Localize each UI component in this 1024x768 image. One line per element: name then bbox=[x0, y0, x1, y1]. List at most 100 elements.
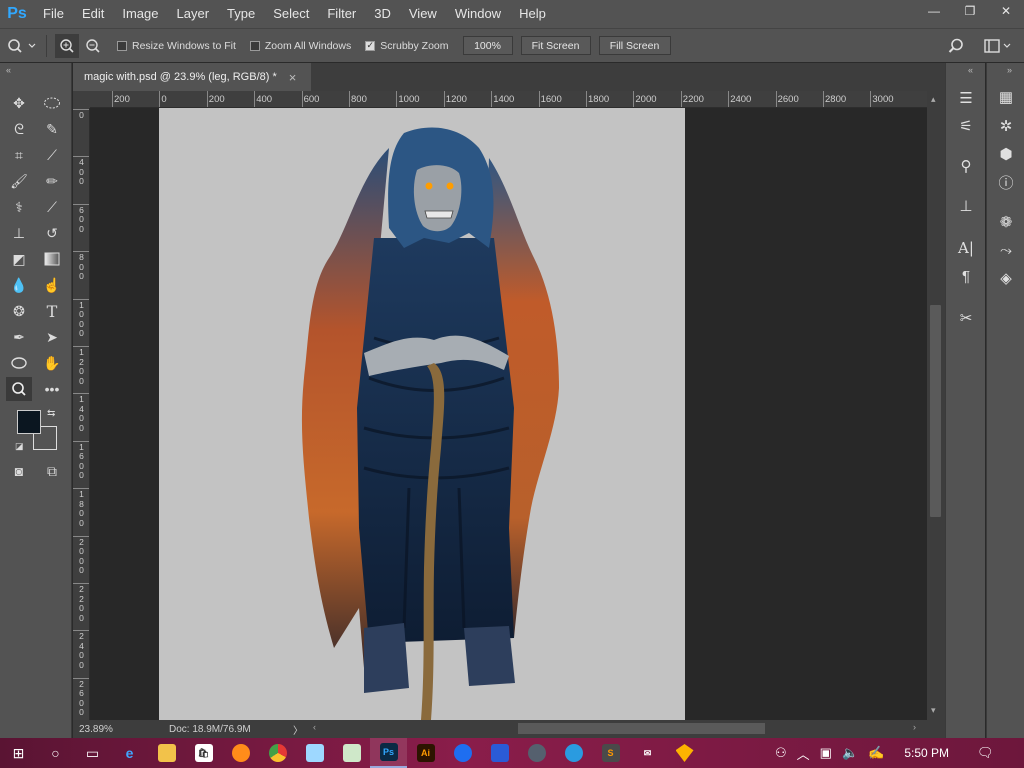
minimize-button[interactable]: — bbox=[916, 0, 952, 22]
vertical-scroll-thumb[interactable] bbox=[930, 305, 941, 517]
restore-button[interactable]: ❐ bbox=[952, 0, 988, 22]
status-menu-arrow-icon[interactable]: 〉 bbox=[293, 722, 303, 737]
firefox-icon[interactable] bbox=[222, 738, 259, 768]
clone-source-button[interactable]: ⊥ bbox=[950, 193, 982, 219]
zoom-out-button[interactable] bbox=[81, 34, 105, 58]
zoom-in-button[interactable] bbox=[55, 33, 79, 58]
libraries-panel-button[interactable]: ⬢ bbox=[990, 141, 1022, 167]
brushes-panel-button[interactable]: ⚲ bbox=[950, 153, 982, 179]
zoom-tool[interactable] bbox=[6, 377, 32, 401]
quick-mask-button[interactable]: ◙ bbox=[6, 459, 32, 483]
ellipse-tool[interactable] bbox=[6, 351, 32, 375]
menu-help[interactable]: Help bbox=[510, 0, 555, 28]
notepad-icon[interactable] bbox=[296, 738, 333, 768]
quick-selection-tool[interactable]: ✎ bbox=[39, 117, 65, 141]
path-selection-tool[interactable]: ➤ bbox=[39, 325, 65, 349]
expand-panels-icon[interactable]: « bbox=[968, 65, 973, 75]
resize-windows-checkbox[interactable]: Resize Windows to Fit bbox=[117, 40, 236, 52]
history-brush-tool[interactable]: ↺ bbox=[39, 221, 65, 245]
healing-brush-tool[interactable]: ⚕ bbox=[6, 195, 32, 219]
edge-icon[interactable]: e bbox=[111, 738, 148, 768]
vertical-scrollbar[interactable]: ▴ ▾ bbox=[927, 91, 945, 720]
menu-image[interactable]: Image bbox=[113, 0, 167, 28]
vertical-ruler[interactable]: 0 4 0 0 6 0 0 8 0 0 1 0 0 0 1 2 0 0 1 4 0 0 1 6… bbox=[73, 108, 90, 720]
chrome-icon[interactable] bbox=[259, 738, 296, 768]
menu-layer[interactable]: Layer bbox=[168, 0, 219, 28]
horizontal-ruler[interactable]: 200 0 200 400 600 800 1000 1200 1400 1600 1800 2000… bbox=[90, 91, 927, 108]
fit-screen-button[interactable]: Fit Screen bbox=[520, 36, 591, 55]
firefox-dev-icon[interactable] bbox=[444, 738, 481, 768]
scroll-down-icon[interactable]: ▾ bbox=[931, 705, 936, 716]
zoom-percent-field[interactable]: 100% bbox=[462, 36, 513, 55]
scroll-up-icon[interactable]: ▴ bbox=[931, 94, 936, 105]
eyedropper-tool[interactable]: ⟋ bbox=[39, 143, 65, 167]
navigator-panel-button[interactable]: ✲ bbox=[990, 113, 1022, 139]
scroll-right-icon[interactable]: › bbox=[913, 722, 916, 732]
zoom-tool-preset[interactable] bbox=[0, 31, 44, 61]
globe-icon[interactable] bbox=[555, 738, 592, 768]
workspace-switcher[interactable] bbox=[982, 36, 1014, 56]
hand-tool[interactable]: ✋ bbox=[39, 351, 65, 375]
brush-tool[interactable]: 🖌 bbox=[6, 169, 32, 193]
document-tab[interactable]: magic with.psd @ 23.9% (leg, RGB/8) * × bbox=[73, 63, 311, 91]
crop-tool[interactable]: ⌗ bbox=[6, 143, 32, 167]
network-icon[interactable]: ▣ bbox=[820, 745, 832, 761]
people-icon[interactable]: ⚇ bbox=[775, 745, 787, 761]
horizontal-scroll-thumb[interactable] bbox=[518, 723, 765, 734]
ruler-origin[interactable] bbox=[73, 91, 90, 108]
zoom-all-windows-checkbox[interactable]: Zoom All Windows bbox=[249, 40, 351, 52]
scroll-left-icon[interactable]: ‹ bbox=[313, 722, 316, 732]
swap-colors-icon[interactable]: ⇆ bbox=[47, 408, 55, 419]
properties-panel-button[interactable]: ☰ bbox=[950, 85, 982, 111]
menu-file[interactable]: File bbox=[34, 0, 73, 28]
tray-expand-icon[interactable]: ︿ bbox=[797, 744, 810, 763]
move-tool[interactable]: ✥ bbox=[6, 91, 32, 115]
channels-panel-button[interactable]: ❁ bbox=[990, 209, 1022, 235]
zoom-level-status[interactable]: 23.89% bbox=[79, 724, 139, 735]
close-window-button[interactable]: ✕ bbox=[988, 0, 1024, 22]
photoshop-icon[interactable]: Ps bbox=[370, 738, 407, 768]
clock[interactable]: 5:50 PM bbox=[904, 746, 949, 760]
gradient-tool[interactable] bbox=[39, 247, 65, 271]
tool-presets-button[interactable]: ✂ bbox=[950, 305, 982, 331]
pen-workspace-icon[interactable]: ✍ bbox=[868, 745, 884, 761]
scrubby-zoom-checkbox[interactable]: ✓ Scrubby Zoom bbox=[365, 40, 449, 52]
brush-settings-button[interactable]: ⚟ bbox=[950, 113, 982, 139]
fill-screen-button[interactable]: Fill Screen bbox=[598, 36, 671, 55]
marquee-tool[interactable] bbox=[39, 91, 65, 115]
character-panel-button[interactable]: A| bbox=[950, 235, 982, 261]
info-panel-button[interactable]: ⓘ bbox=[990, 169, 1022, 195]
menu-3d[interactable]: 3D bbox=[365, 0, 400, 28]
spreadsheet-icon[interactable] bbox=[333, 738, 370, 768]
edit-toolbar-button[interactable]: ••• bbox=[39, 377, 65, 401]
menu-window[interactable]: Window bbox=[446, 0, 510, 28]
menu-filter[interactable]: Filter bbox=[318, 0, 365, 28]
virtualbox-icon[interactable] bbox=[481, 738, 518, 768]
notifications-icon[interactable]: 🗨 bbox=[977, 745, 994, 761]
game-icon[interactable] bbox=[518, 738, 555, 768]
menu-type[interactable]: Type bbox=[218, 0, 264, 28]
task-view-icon[interactable]: ▭ bbox=[74, 738, 111, 768]
mixer-brush-tool[interactable]: ⟋ bbox=[39, 195, 65, 219]
expand-panels-right-icon[interactable]: » bbox=[1007, 65, 1012, 75]
illustrator-icon[interactable]: Ai bbox=[407, 738, 444, 768]
search-button[interactable] bbox=[946, 36, 966, 56]
sketch-icon[interactable] bbox=[666, 738, 703, 768]
layers-panel-button[interactable]: ◈ bbox=[990, 265, 1022, 291]
mail-icon[interactable]: ✉ bbox=[629, 738, 666, 768]
blur-tool[interactable]: 💧 bbox=[6, 273, 32, 297]
menu-select[interactable]: Select bbox=[264, 0, 318, 28]
volume-icon[interactable]: 🔈 bbox=[842, 745, 858, 761]
swatches-panel-button[interactable]: ▦ bbox=[990, 84, 1022, 110]
document-canvas[interactable] bbox=[159, 108, 685, 720]
collapse-arrows-icon[interactable]: « bbox=[6, 65, 11, 75]
sponge-tool[interactable]: ❂ bbox=[6, 299, 32, 323]
start-windows-icon[interactable]: ⊞ bbox=[0, 738, 37, 768]
file-explorer-icon[interactable] bbox=[148, 738, 185, 768]
close-tab-icon[interactable]: × bbox=[289, 70, 297, 85]
menu-view[interactable]: View bbox=[400, 0, 446, 28]
lasso-tool[interactable]: ᘓ bbox=[6, 117, 32, 141]
pencil-tool[interactable]: ✏ bbox=[39, 169, 65, 193]
type-tool[interactable]: T bbox=[39, 299, 65, 323]
paragraph-panel-button[interactable]: ¶ bbox=[950, 263, 982, 289]
